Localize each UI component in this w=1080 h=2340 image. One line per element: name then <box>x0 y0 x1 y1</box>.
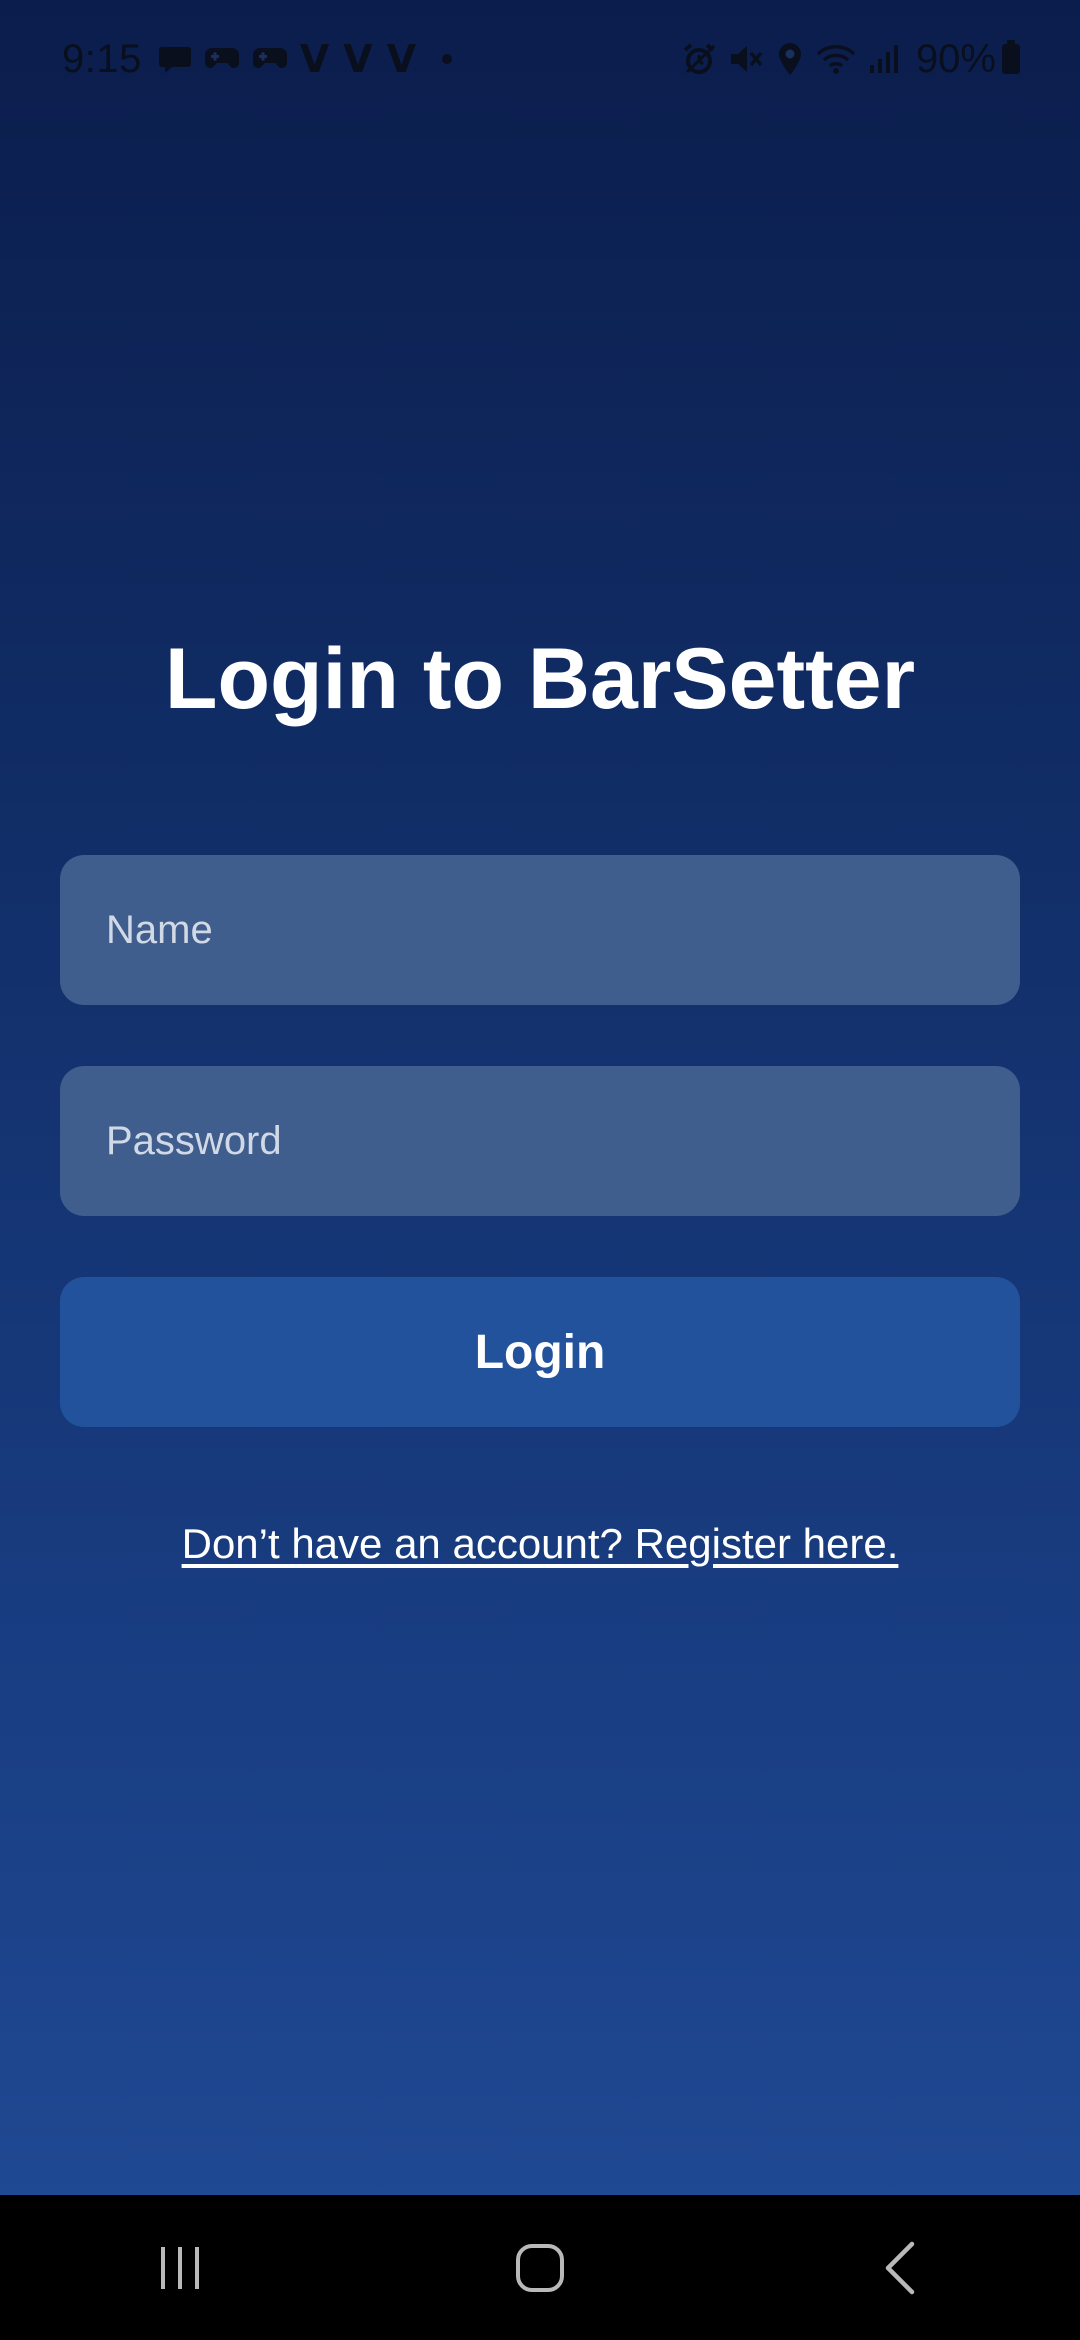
recent-apps-icon[interactable] <box>120 2218 240 2318</box>
status-bar: 9:15 V V V 90% <box>0 0 1080 118</box>
alarm-icon <box>682 42 716 76</box>
back-icon[interactable] <box>840 2218 960 2318</box>
mute-icon <box>728 42 764 76</box>
signal-icon <box>868 43 900 75</box>
password-input[interactable] <box>60 1066 1020 1216</box>
name-input[interactable] <box>60 855 1020 1005</box>
status-time: 9:15 <box>62 36 142 81</box>
v-app-icon: V <box>386 37 417 81</box>
navigation-bar <box>0 2195 1080 2340</box>
chat-bubble-icon <box>158 43 192 75</box>
page-title: Login to BarSetter <box>164 631 916 727</box>
register-link[interactable]: Don’t have an account? Register here. <box>0 1520 1080 1568</box>
battery-percent: 90% <box>915 36 996 81</box>
v-app-icon: V <box>299 37 330 81</box>
wifi-icon <box>816 43 856 75</box>
login-button[interactable]: Login <box>60 1277 1020 1427</box>
status-right: 90% <box>682 37 1020 82</box>
status-left: 9:15 V V V <box>62 36 453 82</box>
game-controller-icon <box>204 44 240 74</box>
battery-icon <box>1002 40 1020 74</box>
login-screen: 9:15 V V V 90% Login to BarSetter Name L… <box>0 0 1080 2340</box>
home-icon[interactable] <box>480 2218 600 2318</box>
location-icon <box>776 41 804 77</box>
v-app-icon: V <box>343 37 373 81</box>
game-controller-icon <box>252 44 288 74</box>
dot-icon <box>442 54 453 64</box>
